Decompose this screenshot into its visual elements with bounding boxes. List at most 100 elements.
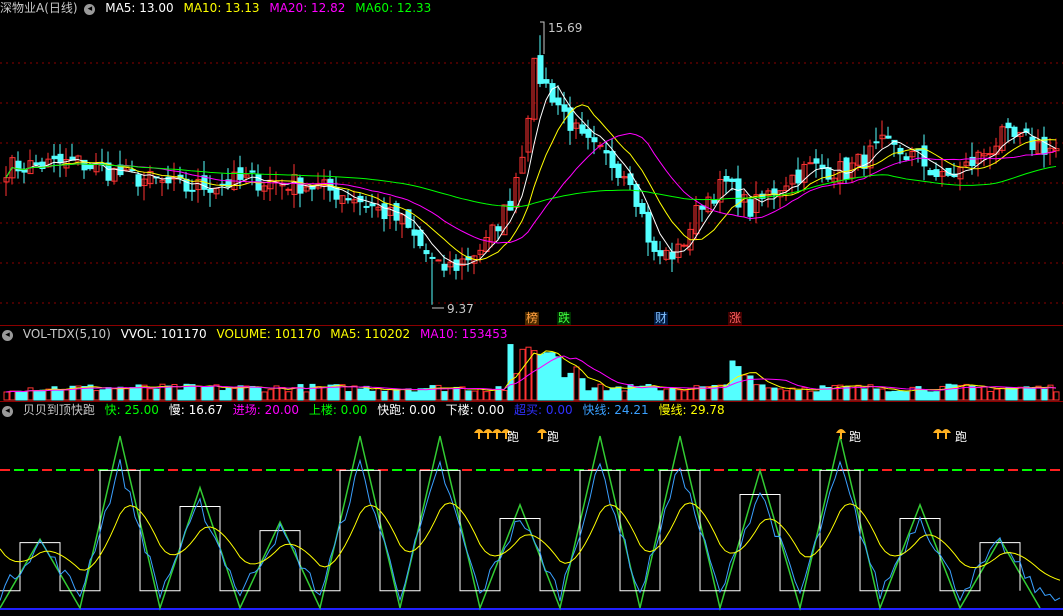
volume-bar — [891, 390, 898, 401]
volume-bar — [981, 386, 988, 401]
volume-bar — [597, 383, 604, 401]
volume-bar — [1017, 386, 1024, 401]
volume-bar — [279, 387, 286, 401]
candle-body — [207, 188, 214, 193]
volume-bar — [381, 390, 388, 401]
low-price-label: 9.37 — [447, 302, 474, 316]
volume-chart-panel[interactable]: ◂ VOL-TDX(5,10) VVOL: 101170 VOLUME: 101… — [0, 326, 1063, 402]
volume-bar — [627, 384, 634, 401]
candlestick-chart[interactable] — [0, 0, 1063, 326]
candle-body — [723, 175, 730, 182]
volume-bar — [213, 384, 220, 401]
volume-bar — [999, 387, 1006, 401]
downstairs-readout: 下楼: 0.00 — [445, 403, 505, 417]
volume-bar — [675, 389, 682, 401]
volume-bar — [975, 387, 982, 401]
volume-bar — [393, 388, 400, 401]
volume-bar — [681, 390, 688, 401]
volume-bar — [207, 386, 214, 401]
oscillator-chart[interactable] — [0, 402, 1063, 616]
volume-bar — [561, 377, 568, 401]
volume-bar — [915, 386, 922, 401]
candle-body — [537, 55, 544, 84]
run-arrow-icon — [836, 429, 846, 439]
volume-bar — [405, 388, 412, 401]
candle-body — [603, 150, 610, 154]
volume-bar — [297, 384, 304, 401]
volume-bar — [309, 383, 316, 401]
volume-bar — [921, 389, 928, 401]
volume-bar — [927, 391, 934, 401]
candle-body — [747, 199, 754, 217]
collapse-circle-icon[interactable]: ◂ — [2, 406, 13, 417]
volume-bar — [369, 390, 376, 401]
candle-body — [435, 259, 442, 262]
run-arrow-icon — [492, 429, 502, 439]
candle-body — [417, 229, 424, 247]
volume-bar — [63, 389, 70, 401]
volume-bar — [303, 391, 310, 401]
event-badge[interactable]: 榜 — [525, 312, 540, 325]
candle-body — [615, 163, 622, 178]
volume-bar — [153, 388, 160, 401]
volume-bar — [579, 378, 586, 401]
event-badge[interactable]: 财 — [654, 312, 669, 325]
candle-body — [135, 174, 142, 187]
fast-readout: 快: 25.00 — [104, 403, 159, 417]
volume-bar — [933, 391, 940, 401]
volume-bar — [189, 384, 196, 401]
indicator-chart-panel[interactable]: ◂ 贝贝到顶快跑 快: 25.00 慢: 16.67 进场: 20.00 上楼:… — [0, 402, 1063, 616]
candle-body — [813, 158, 820, 164]
volume-bar — [291, 387, 298, 401]
volume-bar — [375, 388, 382, 401]
volume-bar — [111, 388, 118, 401]
event-badge[interactable]: 跌 — [557, 312, 572, 325]
volume-bar — [519, 348, 526, 401]
event-badge[interactable]: 涨 — [728, 312, 743, 325]
volume-bar — [123, 388, 130, 401]
indicator-title: 贝贝到顶快跑 — [22, 403, 95, 417]
ma10-readout: MA10: 13.13 — [183, 1, 260, 15]
volume-bar — [99, 389, 106, 401]
volume-bar — [1029, 387, 1036, 401]
volume-bar — [813, 391, 820, 401]
candle-body — [843, 157, 850, 180]
volume-bar — [939, 385, 946, 401]
volume-bar — [945, 383, 952, 401]
volume-bar — [687, 388, 694, 401]
volume-bar — [657, 390, 664, 401]
run-readout: 快跑: 0.00 — [377, 403, 436, 417]
high-price-label: 15.69 — [548, 21, 583, 35]
candle-body — [369, 203, 376, 207]
collapse-circle-icon[interactable]: ◂ — [2, 330, 13, 341]
volume-bar — [567, 372, 574, 401]
volume-bar — [129, 387, 136, 401]
expand-circle-icon[interactable]: ◂ — [84, 4, 96, 15]
candle-body — [33, 162, 40, 166]
volume-bar — [843, 386, 850, 401]
volume-bar — [885, 391, 892, 401]
volume-bar — [195, 385, 202, 401]
volume-bar — [399, 388, 406, 401]
volume-title: VOL-TDX(5,10) — [22, 327, 111, 341]
run-arrow-icon — [483, 429, 493, 439]
candle-body — [549, 83, 556, 103]
candle-body — [861, 154, 868, 169]
run-signal-label: 跑 — [507, 430, 520, 444]
run-signal-label: 跑 — [849, 430, 862, 444]
volume-bar — [621, 390, 628, 401]
candle-body — [681, 244, 688, 247]
candle-body — [873, 141, 880, 144]
candle-body — [381, 203, 388, 220]
candle-body — [297, 177, 304, 194]
candle-body — [57, 153, 64, 164]
volume-bar — [225, 387, 232, 401]
candle-body — [585, 129, 592, 138]
ma60-readout: MA60: 12.33 — [355, 1, 432, 15]
candle-body — [657, 250, 664, 257]
candle-body — [903, 156, 910, 161]
price-chart-panel[interactable]: 深物业A(日线) ◂ MA5: 13.00 MA10: 13.13 MA20: … — [0, 0, 1063, 326]
run-signal-label: 跑 — [547, 430, 560, 444]
volume-bar — [777, 388, 784, 401]
volume-bar — [795, 390, 802, 401]
